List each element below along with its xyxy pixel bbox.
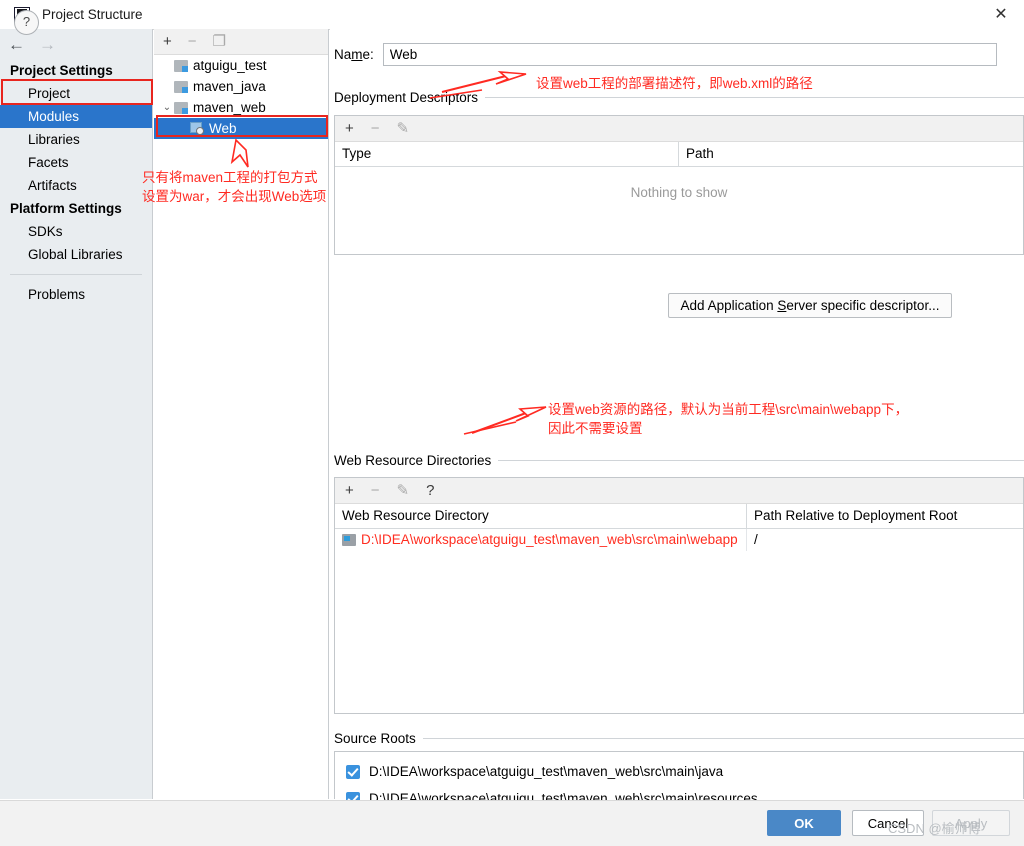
- sidebar-item-modules[interactable]: Modules: [0, 105, 152, 128]
- tree-node-atguigu-test[interactable]: atguigu_test: [154, 55, 328, 76]
- maven-module-icon: [174, 102, 188, 114]
- source-root-path: D:\IDEA\workspace\atguigu_test\maven_web…: [369, 764, 723, 779]
- web-resource-directories-header-row: Web Resource Directory Path Relative to …: [335, 504, 1023, 529]
- forward-arrow-icon[interactable]: →: [39, 36, 56, 53]
- help-icon[interactable]: ?: [14, 10, 39, 35]
- deployment-descriptors-empty-message: Nothing to show: [335, 167, 1023, 200]
- help-web-resource-icon[interactable]: ?: [426, 483, 434, 498]
- sidebar-item-libraries[interactable]: Libraries: [0, 128, 152, 151]
- web-resource-directories-label: Web Resource Directories: [334, 453, 498, 468]
- deployment-descriptors-toolbar: + − ✎: [335, 116, 1023, 142]
- name-label: Name:: [334, 47, 374, 62]
- web-resource-directories-grid: + − ✎ ? Web Resource Directory Path Rela…: [334, 477, 1024, 714]
- sidebar-item-sdks[interactable]: SDKs: [0, 220, 152, 243]
- sidebar-group-platform-settings: Platform Settings: [0, 197, 152, 220]
- sidebar-item-facets[interactable]: Facets: [0, 151, 152, 174]
- tree-node-label: atguigu_test: [193, 58, 267, 73]
- web-resource-directories-toolbar: + − ✎ ?: [335, 478, 1023, 504]
- web-facet-icon: [190, 122, 204, 135]
- apply-button: Apply: [932, 810, 1010, 836]
- source-roots-section-header: Source Roots: [334, 731, 1024, 746]
- window-titlebar: Project Structure ✕: [0, 0, 1024, 30]
- section-rule: [423, 738, 1024, 739]
- column-header-path[interactable]: Path: [678, 142, 1023, 166]
- add-web-resource-icon[interactable]: +: [345, 483, 354, 498]
- deployment-descriptors-section-header: Deployment Descriptors: [334, 90, 1024, 105]
- web-resource-directories-section-header: Web Resource Directories: [334, 453, 1024, 468]
- window-title: Project Structure: [42, 7, 143, 22]
- module-details-pane: Name: Deployment Descriptors + − ✎ Type …: [330, 29, 1024, 799]
- sidebar-group-project-settings: Project Settings: [0, 59, 152, 82]
- relative-path-cell[interactable]: /: [746, 529, 1023, 551]
- table-row[interactable]: D:\IDEA\workspace\atguigu_test\maven_web…: [335, 529, 1023, 551]
- close-icon[interactable]: ✕: [978, 0, 1024, 28]
- tree-node-label: Web: [209, 121, 237, 136]
- add-module-icon[interactable]: +: [163, 34, 172, 49]
- maven-module-icon: [174, 60, 188, 72]
- cancel-button[interactable]: Cancel: [852, 810, 924, 836]
- source-roots-list: D:\IDEA\workspace\atguigu_test\maven_web…: [334, 751, 1024, 799]
- tree-node-label: maven_java: [193, 79, 266, 94]
- folder-icon: [342, 534, 356, 546]
- column-header-web-resource-directory[interactable]: Web Resource Directory: [335, 504, 746, 528]
- column-header-type[interactable]: Type: [335, 142, 678, 166]
- sidebar-item-global-libraries[interactable]: Global Libraries: [0, 243, 152, 266]
- remove-module-icon[interactable]: −: [188, 34, 197, 49]
- tree-node-maven-web[interactable]: ⌄ maven_web: [154, 97, 328, 118]
- sidebar-item-problems[interactable]: Problems: [0, 283, 152, 306]
- tree-node-web-facet[interactable]: Web: [154, 118, 328, 139]
- chevron-down-icon[interactable]: ⌄: [160, 102, 174, 113]
- add-application-server-descriptor-button[interactable]: Add Application Server specific descript…: [668, 293, 952, 318]
- column-header-path-relative[interactable]: Path Relative to Deployment Root: [746, 504, 1023, 528]
- edit-descriptor-icon[interactable]: ✎: [397, 121, 410, 136]
- list-item[interactable]: D:\IDEA\workspace\atguigu_test\maven_web…: [335, 758, 1023, 785]
- tree-node-maven-java[interactable]: maven_java: [154, 76, 328, 97]
- section-rule: [498, 460, 1024, 461]
- web-resource-directory-cell[interactable]: D:\IDEA\workspace\atguigu_test\maven_web…: [335, 529, 746, 551]
- module-tree-toolbar: + − ❐: [154, 29, 328, 55]
- module-tree-pane: + − ❐ atguigu_test maven_java ⌄ maven_we…: [154, 29, 329, 799]
- add-descriptor-icon[interactable]: +: [345, 121, 354, 136]
- ok-button[interactable]: OK: [767, 810, 841, 836]
- sidebar-item-artifacts[interactable]: Artifacts: [0, 174, 152, 197]
- source-roots-label: Source Roots: [334, 731, 423, 746]
- back-arrow-icon[interactable]: ←: [8, 36, 25, 53]
- web-resource-directory-path: D:\IDEA\workspace\atguigu_test\maven_web…: [361, 529, 738, 551]
- copy-module-icon[interactable]: ❐: [213, 34, 226, 49]
- source-root-checkbox[interactable]: [346, 765, 360, 779]
- sidebar-divider: [10, 274, 142, 275]
- deployment-descriptors-label: Deployment Descriptors: [334, 90, 485, 105]
- section-rule: [485, 97, 1024, 98]
- edit-web-resource-icon[interactable]: ✎: [397, 483, 410, 498]
- sidebar-item-project[interactable]: Project: [0, 82, 152, 105]
- maven-module-icon: [174, 81, 188, 93]
- settings-sidebar: ← → Project Settings Project Modules Lib…: [0, 29, 153, 799]
- name-row: Name:: [334, 43, 997, 66]
- deployment-descriptors-grid: + − ✎ Type Path Nothing to show: [334, 115, 1024, 255]
- name-input[interactable]: [383, 43, 997, 66]
- tree-node-label: maven_web: [193, 100, 266, 115]
- deployment-descriptors-header-row: Type Path: [335, 142, 1023, 167]
- remove-web-resource-icon[interactable]: −: [371, 483, 380, 498]
- remove-descriptor-icon[interactable]: −: [371, 121, 380, 136]
